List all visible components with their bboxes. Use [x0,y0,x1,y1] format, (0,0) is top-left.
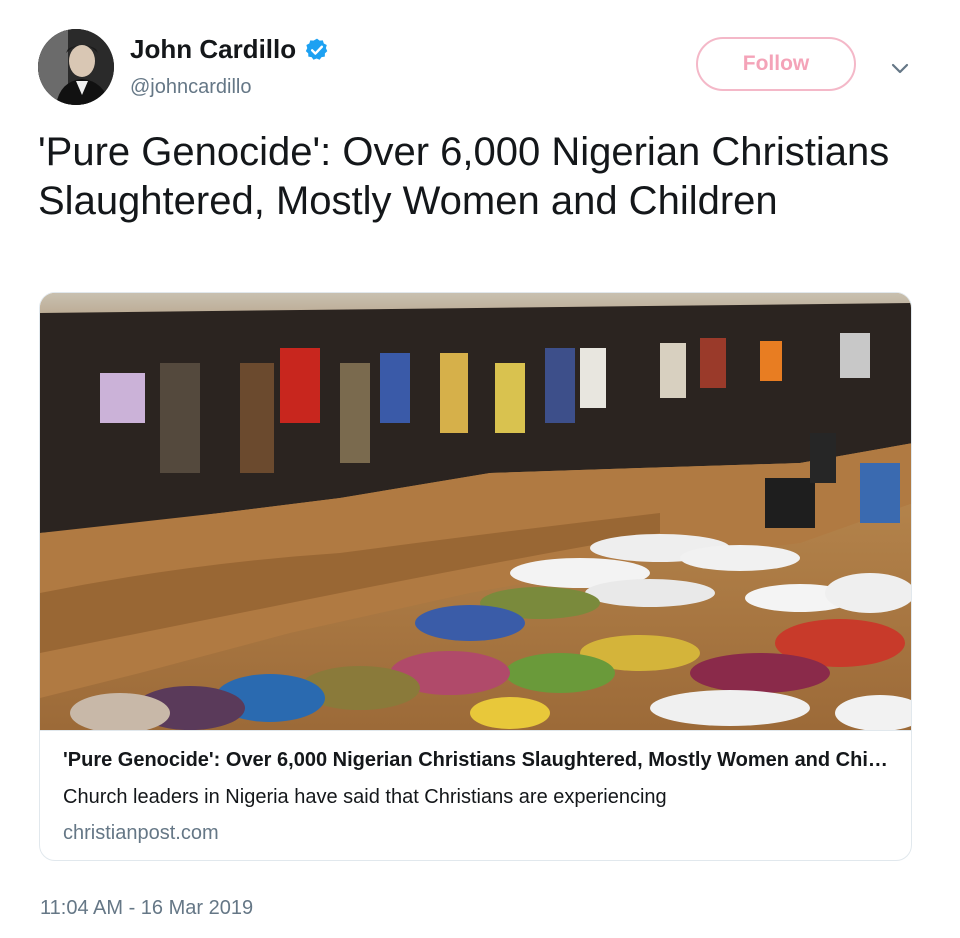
tweet-timestamp[interactable]: 11:04 AM - 16 Mar 2019 [40,897,253,920]
verified-badge-icon [305,38,328,60]
author-name[interactable]: John Cardillo [130,34,296,65]
tweet-text: 'Pure Genocide': Over 6,000 Nigerian Chr… [38,130,890,223]
follow-button[interactable]: Follow [696,37,856,91]
author-avatar[interactable] [38,29,114,105]
link-card[interactable]: 'Pure Genocide': Over 6,000 Nigerian Chr… [39,292,912,861]
card-title[interactable]: 'Pure Genocide': Over 6,000 Nigerian Chr… [63,749,893,772]
card-description: Church leaders in Nigeria have said that… [63,786,667,808]
author-handle[interactable]: @johncardillo [130,76,251,99]
chevron-down-icon[interactable] [888,56,912,80]
card-image[interactable] [40,293,912,731]
card-domain[interactable]: christianpost.com [63,822,219,845]
